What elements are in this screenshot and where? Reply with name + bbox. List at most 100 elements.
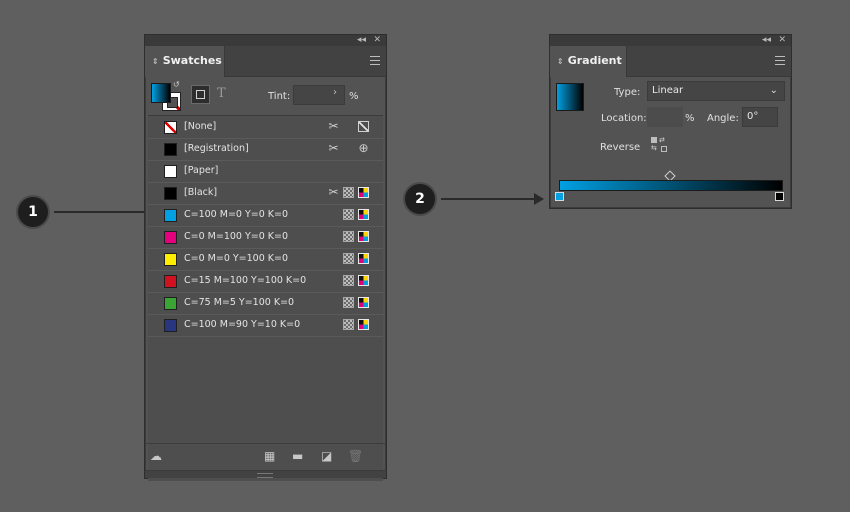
- tab-swatches[interactable]: ⇕ Swatches: [145, 46, 225, 77]
- close-icon[interactable]: ✕: [373, 34, 381, 46]
- collapse-icon[interactable]: ◂◂: [357, 34, 366, 46]
- tint-input[interactable]: [293, 85, 345, 105]
- resize-grip[interactable]: [145, 470, 386, 478]
- swatch-list[interactable]: [None] ✂ [Registration] ✂ ⊕ [Paper] [Black] ✂ C=…: [148, 115, 383, 481]
- swatch-color-chip: [164, 209, 177, 222]
- swatch-color-chip: [164, 275, 177, 288]
- swatch-color-chip: [164, 319, 177, 332]
- cmyk-icon: [358, 187, 369, 198]
- formatting-container-button[interactable]: [191, 85, 210, 104]
- tint-icon: [343, 297, 354, 308]
- swap-arrow-icon[interactable]: ↺: [173, 80, 180, 89]
- type-label: Type:: [614, 87, 641, 98]
- swatch-row[interactable]: C=15 M=100 Y=100 K=0: [148, 270, 383, 293]
- swatch-name: C=100 M=0 Y=0 K=0: [184, 209, 289, 220]
- tint-icon: [343, 187, 354, 198]
- panel-menu-icon[interactable]: [775, 56, 785, 65]
- swatch-row[interactable]: [Paper]: [148, 160, 383, 183]
- cmyk-icon: [358, 275, 369, 286]
- swatch-color-chip: [164, 165, 177, 178]
- gradient-panel: ◂◂ ✕ ⇕ Gradient Type: Linear ⌄ Location: …: [549, 34, 792, 209]
- location-label: Location:: [601, 113, 647, 124]
- cmyk-icon: [358, 253, 369, 264]
- tint-icon: [343, 253, 354, 264]
- tab-strip: ⇕ Swatches: [145, 46, 386, 77]
- callout-badge-1: 1: [18, 197, 48, 227]
- swatch-color-chip: [164, 253, 177, 266]
- collapse-icon[interactable]: ◂◂: [762, 34, 771, 46]
- swatch-name: C=0 M=100 Y=0 K=0: [184, 231, 289, 242]
- delete-swatch-icon[interactable]: 🗑: [348, 450, 363, 462]
- tint-icon: [343, 319, 354, 330]
- angle-label: Angle:: [707, 113, 739, 124]
- chevron-down-icon: ⌄: [769, 85, 778, 96]
- swatch-row[interactable]: C=0 M=100 Y=0 K=0: [148, 226, 383, 249]
- swatch-name: [None]: [184, 121, 217, 132]
- swatches-panel: ◂◂ ✕ ⇕ Swatches ↺ T Tint: › % [None] ✂ [Reg…: [144, 34, 387, 481]
- swatch-color-chip: [164, 297, 177, 310]
- scissors-icon: ✂: [328, 141, 339, 155]
- gradient-stop-end[interactable]: [775, 192, 784, 201]
- tab-strip: ⇕ Gradient: [550, 46, 791, 77]
- type-select[interactable]: Linear ⌄: [647, 81, 785, 101]
- panel-title-bar[interactable]: ◂◂ ✕: [145, 35, 386, 46]
- tint-percent: %: [349, 91, 359, 102]
- fill-stroke-proxy[interactable]: ↺: [151, 80, 183, 111]
- swatch-color-chip: [164, 231, 177, 244]
- callout-badge-2: 2: [405, 184, 435, 214]
- registration-icon: ⊕: [358, 141, 369, 155]
- scissors-icon: ✂: [328, 119, 339, 133]
- show-swatch-kinds-icon[interactable]: ▦: [264, 450, 275, 462]
- swatch-color-chip: [164, 143, 177, 156]
- none-icon: [358, 121, 369, 132]
- swatch-row[interactable]: C=0 M=0 Y=100 K=0: [148, 248, 383, 271]
- panel-title-bar[interactable]: ◂◂ ✕: [550, 35, 791, 46]
- callout-arrow-1: [54, 211, 146, 213]
- tab-gradient-label: Gradient: [567, 54, 622, 67]
- tint-label: Tint:: [268, 91, 291, 102]
- swatch-color-chip: [164, 187, 177, 200]
- callout-arrow-2: [441, 198, 536, 200]
- cmyk-icon: [358, 231, 369, 242]
- gradient-stop-start[interactable]: [555, 192, 564, 201]
- location-percent: %: [685, 113, 695, 124]
- new-color-group-icon[interactable]: ▬: [292, 450, 303, 462]
- swatch-name: [Registration]: [184, 143, 249, 154]
- formatting-text-button[interactable]: T: [217, 86, 226, 101]
- reverse-label: Reverse: [600, 142, 641, 153]
- gradient-preview-swatch: [556, 83, 584, 111]
- swatch-name: C=0 M=0 Y=100 K=0: [184, 253, 289, 264]
- reverse-gradient-icon[interactable]: ⇄ ⇆: [651, 137, 668, 152]
- cc-libraries-icon[interactable]: ☁: [150, 450, 162, 462]
- tab-gradient[interactable]: ⇕ Gradient: [550, 46, 627, 77]
- expand-arrows-icon[interactable]: ⇕: [152, 57, 159, 66]
- angle-input[interactable]: 0°: [742, 107, 778, 127]
- scissors-icon: ✂: [328, 185, 339, 199]
- cmyk-icon: [358, 297, 369, 308]
- close-icon[interactable]: ✕: [778, 34, 786, 46]
- tint-stepper-icon[interactable]: ›: [333, 87, 337, 98]
- swatch-name: C=15 M=100 Y=100 K=0: [184, 275, 307, 286]
- swatch-color-chip: [164, 121, 177, 134]
- swatch-name: C=75 M=5 Y=100 K=0: [184, 297, 295, 308]
- swatch-row[interactable]: [Registration] ✂ ⊕: [148, 138, 383, 161]
- swatch-row[interactable]: [None] ✂: [148, 116, 383, 139]
- panel-menu-icon[interactable]: [370, 56, 380, 65]
- swatch-name: [Paper]: [184, 165, 219, 176]
- swatch-row[interactable]: [Black] ✂: [148, 182, 383, 205]
- gradient-ramp[interactable]: [559, 180, 783, 191]
- new-swatch-icon[interactable]: ◪: [321, 450, 332, 462]
- type-select-value: Linear: [652, 85, 684, 96]
- location-input[interactable]: [647, 107, 683, 127]
- swatch-row[interactable]: C=100 M=0 Y=0 K=0: [148, 204, 383, 227]
- tab-swatches-label: Swatches: [162, 54, 222, 67]
- fill-proxy-icon[interactable]: [151, 83, 171, 103]
- tint-icon: [343, 231, 354, 242]
- expand-arrows-icon[interactable]: ⇕: [557, 57, 564, 66]
- cmyk-icon: [358, 209, 369, 220]
- cmyk-icon: [358, 319, 369, 330]
- tint-icon: [343, 275, 354, 286]
- tint-icon: [343, 209, 354, 220]
- swatch-row[interactable]: C=100 M=90 Y=10 K=0: [148, 314, 383, 337]
- swatch-row[interactable]: C=75 M=5 Y=100 K=0: [148, 292, 383, 315]
